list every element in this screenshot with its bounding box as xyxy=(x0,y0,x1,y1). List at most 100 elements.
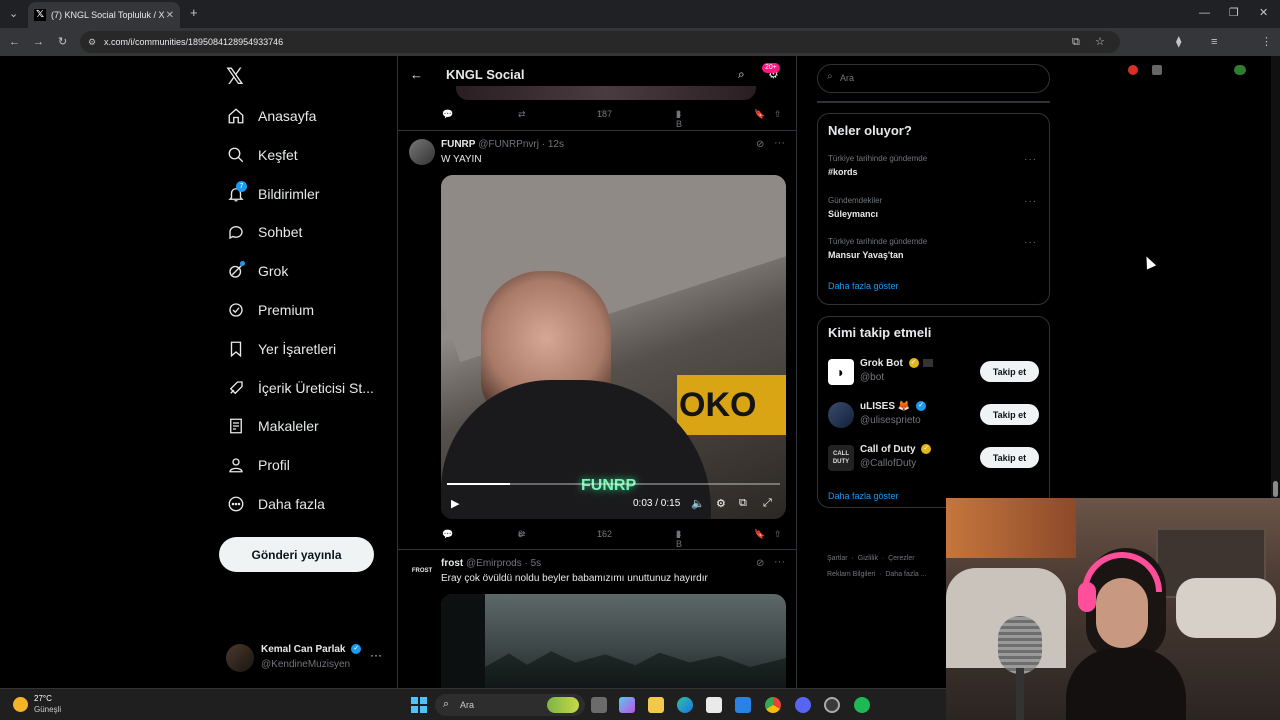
nav-item-explore[interactable]: Keşfet xyxy=(226,137,298,173)
steam-icon[interactable] xyxy=(824,697,840,713)
footer-link[interactable]: Reklam Bilgileri xyxy=(827,571,875,578)
footer-link[interactable]: Şartlar xyxy=(827,555,848,562)
extensions-icon[interactable]: ⧫ xyxy=(1176,36,1181,48)
trend-item[interactable]: Gündemdekiler Süleymancı ··· xyxy=(818,194,1049,230)
discord-icon[interactable] xyxy=(795,697,811,713)
author-handle[interactable]: @Emirprods xyxy=(466,558,522,569)
share-icon[interactable]: ⇧ xyxy=(774,109,782,120)
nav-item-premium[interactable]: Premium xyxy=(226,292,314,328)
extension-red-icon[interactable] xyxy=(1128,65,1138,75)
share-icon[interactable]: ⇧ xyxy=(774,529,782,540)
store-icon[interactable] xyxy=(706,697,722,713)
reload-icon[interactable]: ↻ xyxy=(58,36,67,48)
tab-search-icon[interactable]: ⌄ xyxy=(9,8,18,20)
play-icon[interactable]: ▶ xyxy=(451,497,459,510)
account-switcher[interactable]: Kemal Can Parlak ✓ @KendineMuzisyen ··· xyxy=(226,642,396,674)
task-view-icon[interactable] xyxy=(591,697,607,713)
nav-item-bookmarks[interactable]: Yer İşaretleri xyxy=(226,331,336,367)
windows-start-icon[interactable] xyxy=(411,697,427,713)
post-image[interactable] xyxy=(441,594,786,688)
post-frost[interactable]: FROST frost @Emirprods · 5s ⊘ ··· Eray ç… xyxy=(398,550,796,688)
nav-item-profile[interactable]: Profil xyxy=(226,447,290,483)
nav-item-creator-studio[interactable]: İçerik Üreticisi St... xyxy=(226,370,374,406)
copilot-icon[interactable] xyxy=(619,697,635,713)
chrome-menu-icon[interactable]: ⋮ xyxy=(1261,36,1272,48)
nav-item-chat[interactable]: Sohbet xyxy=(226,214,302,250)
follow-button[interactable]: Takip et xyxy=(980,447,1039,468)
taskbar-search[interactable]: ⌕ Ara xyxy=(435,694,585,716)
author-name[interactable]: FUNRP xyxy=(441,139,475,150)
chrome-icon[interactable] xyxy=(765,697,781,713)
volume-icon[interactable]: 🔈 xyxy=(691,497,705,510)
address-bar[interactable]: ⚙ x.com/i/communities/189508412895493374… xyxy=(80,31,1120,53)
trend-more-icon[interactable]: ··· xyxy=(1024,237,1037,248)
restore-icon[interactable]: ❐ xyxy=(1229,7,1239,19)
like-button[interactable]: ♡ 187 xyxy=(597,109,612,119)
nav-item-more[interactable]: Daha fazla xyxy=(226,486,325,522)
file-explorer-icon[interactable] xyxy=(648,697,664,713)
back-arrow-icon[interactable]: ← xyxy=(410,67,423,82)
author-handle[interactable]: @FUNRPnvrj xyxy=(478,139,539,150)
follow-suggestion[interactable]: ◗ Grok Bot ✓ @bot Takip et xyxy=(818,355,1049,391)
browser-tab[interactable]: 𝕏 (7) KNGL Social Topluluk / X ✕ xyxy=(28,2,180,28)
edge-icon[interactable] xyxy=(677,697,693,713)
tab-close-icon[interactable]: ✕ xyxy=(166,10,174,21)
bookmark-icon[interactable]: 🔖 xyxy=(754,109,765,120)
pip-icon[interactable]: ⧉ xyxy=(739,497,747,510)
footer-link[interactable]: Daha fazla ... xyxy=(885,571,926,578)
install-icon[interactable]: ⧉ xyxy=(1072,36,1080,48)
forward-icon[interactable]: → xyxy=(33,36,44,48)
extension-gray-icon[interactable] xyxy=(1152,65,1162,75)
nav-item-home[interactable]: Anasayfa xyxy=(226,98,316,134)
trend-item[interactable]: Türkiye tarihinde gündemde Mansur Yavaş'… xyxy=(818,235,1049,271)
post-button[interactable]: Gönderi yayınla xyxy=(219,537,374,572)
author-name[interactable]: frost xyxy=(441,558,463,569)
trend-more-icon[interactable]: ··· xyxy=(1024,196,1037,207)
x-logo-icon[interactable]: 𝕏 xyxy=(226,64,248,90)
trend-more-icon[interactable]: ··· xyxy=(1024,154,1037,165)
post-time[interactable]: · 5s xyxy=(525,558,542,569)
repost-button[interactable]: ⇄ 6 xyxy=(518,529,526,539)
nav-item-articles[interactable]: Makaleler xyxy=(226,408,319,444)
video-player[interactable]: OKO FUNRP ▶ 0:03 / 0:15 🔈 ⚙ ⧉ ⤢ xyxy=(441,175,786,519)
post-time[interactable]: · 12s xyxy=(542,139,564,150)
follow-suggestion[interactable]: CALL DUTY Call of Duty ✓ @CallofDuty Tak… xyxy=(818,441,1049,477)
search-input[interactable]: ⌕ Ara xyxy=(817,64,1050,93)
trend-item[interactable]: Türkiye tarihinde gündemde #kords ··· xyxy=(818,152,1049,188)
site-info-icon[interactable]: ⚙ xyxy=(88,36,96,48)
reply-icon[interactable]: 💬 xyxy=(442,109,453,120)
follow-button[interactable]: Takip et xyxy=(980,361,1039,382)
post-more-icon[interactable]: ··· xyxy=(774,556,785,568)
window-close-icon[interactable]: ✕ xyxy=(1259,7,1268,19)
follow-suggestion[interactable]: uLISES 🦊 ✓ @ulisesprieto Takip et xyxy=(818,398,1049,434)
spotify-icon[interactable] xyxy=(854,697,870,713)
video-progress-track[interactable] xyxy=(447,483,780,485)
avatar[interactable]: FROST xyxy=(409,558,435,584)
footer-link[interactable]: Gizlilik xyxy=(858,555,878,562)
weather-sun-icon[interactable] xyxy=(13,697,28,712)
account-more-icon[interactable]: ··· xyxy=(370,648,382,662)
new-tab-icon[interactable]: + xyxy=(190,6,198,19)
profile-icon-chrome[interactable] xyxy=(1234,65,1246,75)
post-more-icon[interactable]: ··· xyxy=(774,137,785,149)
nav-item-grok[interactable]: Grok xyxy=(226,253,288,289)
footer-link[interactable]: Çerezler xyxy=(888,555,914,562)
weather-temp[interactable]: 27°C xyxy=(34,694,52,703)
nav-item-notifications[interactable]: 7 Bildirimler xyxy=(226,176,319,212)
search-icon[interactable]: ⌕ xyxy=(738,67,745,82)
post-funrp[interactable]: FUNRP @FUNRPnvrj · 12s ⊘ ··· W YAYIN OKO… xyxy=(398,131,796,549)
video-settings-icon[interactable]: ⚙ xyxy=(716,497,726,510)
like-button[interactable]: ♡ 162 xyxy=(597,529,612,539)
back-icon[interactable]: ← xyxy=(9,36,20,48)
reply-icon[interactable]: 💬 xyxy=(442,529,453,540)
follow-button[interactable]: Takip et xyxy=(980,404,1039,425)
fullscreen-icon[interactable]: ⤢ xyxy=(763,497,772,510)
grok-explain-icon[interactable]: ⊘ xyxy=(756,558,764,569)
grok-explain-icon[interactable]: ⊘ xyxy=(756,139,764,150)
views-button[interactable]: ▮ 3 B xyxy=(676,529,682,549)
mail-icon[interactable] xyxy=(735,697,751,713)
weather-desc[interactable]: Güneşli xyxy=(34,705,61,714)
trends-show-more-link[interactable]: Daha fazla göster xyxy=(828,281,899,291)
bookmark-star-icon[interactable]: ☆ xyxy=(1095,36,1105,48)
views-button[interactable]: ▮ 3 B xyxy=(676,109,682,129)
